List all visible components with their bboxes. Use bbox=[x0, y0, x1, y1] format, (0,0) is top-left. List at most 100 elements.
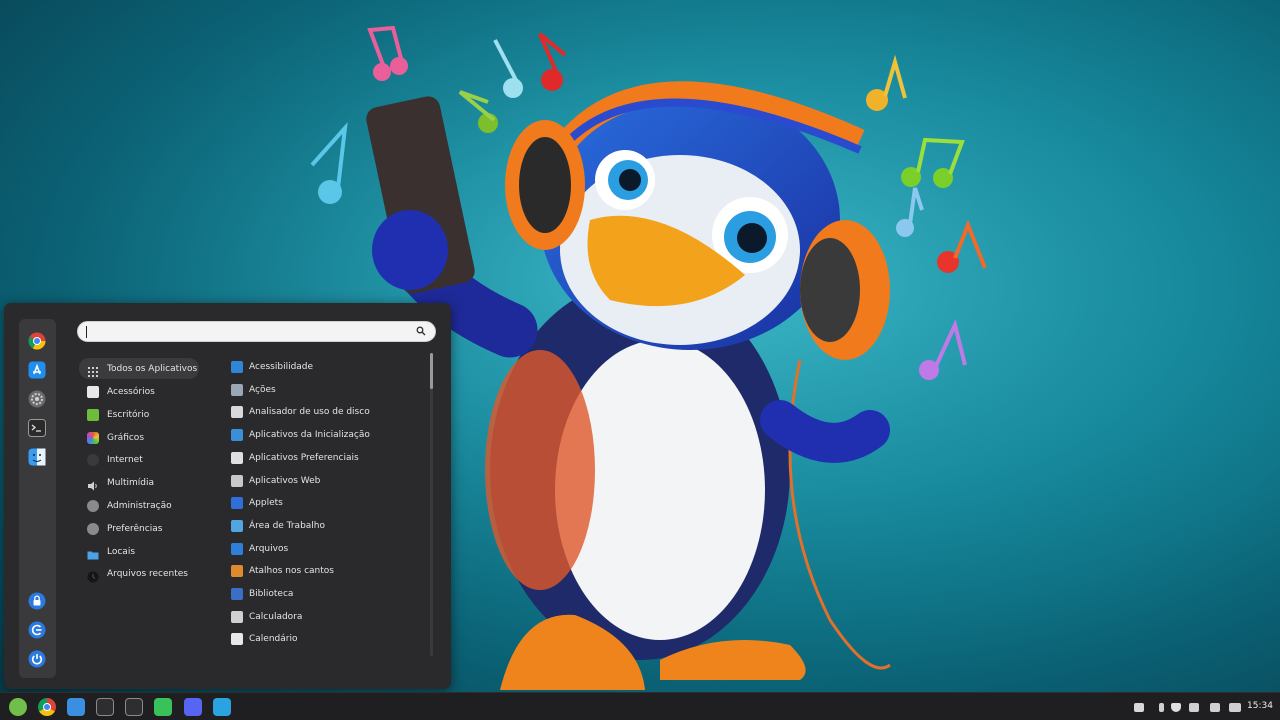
search-input[interactable] bbox=[90, 324, 410, 340]
app-label: Applets bbox=[249, 498, 283, 509]
app-label: Atalhos nos cantos bbox=[249, 566, 334, 577]
taskbar-finder-button[interactable] bbox=[66, 697, 86, 717]
finder-icon bbox=[28, 448, 46, 466]
app-list-scrollbar[interactable] bbox=[430, 353, 433, 656]
mint-menu-icon bbox=[9, 698, 27, 716]
taskbar-mint-menu-button[interactable] bbox=[8, 697, 28, 717]
app-label: Área de Trabalho bbox=[249, 520, 326, 531]
category-graphics[interactable]: Gráficos bbox=[79, 427, 199, 448]
category-label: Locais bbox=[107, 546, 136, 557]
calculator-icon bbox=[231, 610, 243, 623]
search-box[interactable] bbox=[77, 321, 436, 342]
category-multimedia[interactable]: Multimídia bbox=[79, 472, 199, 493]
office-icon bbox=[87, 408, 99, 421]
graphics-icon bbox=[87, 431, 99, 444]
preferences-icon bbox=[87, 522, 99, 535]
category-label: Arquivos recentes bbox=[107, 568, 188, 579]
taskbar-discord-button[interactable] bbox=[183, 697, 203, 717]
taskbar-whatsapp-button[interactable] bbox=[153, 697, 173, 717]
clock[interactable]: 15:34 bbox=[1247, 701, 1273, 711]
category-grid[interactable]: Todos os Aplicativos bbox=[79, 358, 199, 379]
app-store-icon bbox=[28, 361, 46, 379]
category-label: Preferências bbox=[107, 523, 163, 534]
app-label: Aplicativos Preferenciais bbox=[249, 452, 359, 463]
calendar-icon bbox=[231, 633, 243, 646]
app-item-calendar[interactable]: Calendário bbox=[228, 629, 423, 649]
category-administration[interactable]: Administração bbox=[79, 495, 199, 516]
chrome-icon bbox=[28, 332, 46, 350]
app-item-web-apps[interactable]: Aplicativos Web bbox=[228, 471, 423, 491]
app-item-desktop[interactable]: Área de Trabalho bbox=[228, 516, 423, 536]
applets-icon bbox=[231, 497, 243, 510]
recent-files-icon bbox=[87, 568, 99, 582]
tray-battery-button[interactable] bbox=[1229, 701, 1241, 713]
multimedia-icon bbox=[87, 477, 99, 490]
fav-terminal-button[interactable] bbox=[27, 418, 47, 438]
category-accessories[interactable]: Acessórios bbox=[79, 381, 199, 402]
favorites-sidebar bbox=[19, 319, 56, 678]
accessories-icon bbox=[87, 385, 99, 398]
discord-tray-icon bbox=[1134, 702, 1144, 712]
system-monitor-icon bbox=[125, 698, 143, 716]
update-manager-icon bbox=[1189, 702, 1199, 712]
app-item-applets[interactable]: Applets bbox=[228, 493, 423, 513]
category-label: Administração bbox=[107, 500, 172, 511]
app-label: Biblioteca bbox=[249, 589, 294, 599]
tray-discord-tray-button[interactable] bbox=[1133, 701, 1145, 713]
app-item-preferred-apps[interactable]: Aplicativos Preferenciais bbox=[228, 448, 423, 468]
chrome-icon bbox=[38, 698, 56, 716]
category-preferences[interactable]: Preferências bbox=[79, 518, 199, 539]
taskbar-system-monitor-button[interactable] bbox=[124, 697, 144, 717]
taskbar-terminal-button[interactable] bbox=[95, 697, 115, 717]
app-item-startup-apps[interactable]: Aplicativos da Inicialização bbox=[228, 425, 423, 445]
logout-icon bbox=[28, 621, 46, 639]
fav-settings-button[interactable] bbox=[27, 389, 47, 409]
library-icon bbox=[231, 588, 243, 600]
desktop-icon bbox=[231, 519, 243, 532]
app-item-disk-usage[interactable]: Analisador de uso de disco bbox=[228, 402, 423, 422]
files-icon bbox=[231, 542, 243, 555]
power-button[interactable] bbox=[27, 649, 47, 669]
app-item-accessibility[interactable]: Acessibilidade bbox=[228, 357, 423, 377]
scrollbar-thumb[interactable] bbox=[430, 353, 433, 389]
category-office[interactable]: Escritório bbox=[79, 404, 199, 425]
category-internet[interactable]: Internet bbox=[79, 449, 199, 470]
tray-volume-button[interactable] bbox=[1209, 701, 1221, 713]
app-label: Aplicativos Web bbox=[249, 475, 321, 486]
search-icon bbox=[416, 326, 426, 336]
lock-screen-icon bbox=[28, 592, 46, 610]
discord-icon bbox=[184, 698, 202, 716]
tray-shield-button[interactable] bbox=[1170, 701, 1182, 713]
taskbar-telegram-button[interactable] bbox=[212, 697, 232, 717]
category-label: Acessórios bbox=[107, 386, 155, 397]
fav-finder-button[interactable] bbox=[27, 447, 47, 467]
app-item-files[interactable]: Arquivos bbox=[228, 539, 423, 559]
lock-screen-button[interactable] bbox=[27, 591, 47, 611]
category-label: Todos os Aplicativos bbox=[107, 363, 198, 374]
category-folder[interactable]: Locais bbox=[79, 541, 199, 562]
volume-icon bbox=[1210, 702, 1220, 712]
app-label: Calculadora bbox=[249, 611, 303, 622]
taskbar-chrome-button[interactable] bbox=[37, 697, 57, 717]
battery-icon bbox=[1229, 702, 1241, 712]
preferred-apps-icon bbox=[231, 451, 243, 464]
app-item-actions[interactable]: Ações bbox=[228, 380, 423, 400]
category-recent-files[interactable]: Arquivos recentes bbox=[79, 563, 199, 584]
app-label: Ações bbox=[249, 384, 276, 395]
app-label: Arquivos bbox=[249, 543, 289, 554]
logout-button[interactable] bbox=[27, 620, 47, 640]
disk-usage-icon bbox=[231, 406, 243, 419]
administration-icon bbox=[87, 499, 99, 512]
app-item-calculator[interactable]: Calculadora bbox=[228, 607, 423, 627]
tray-update-manager-button[interactable] bbox=[1188, 701, 1200, 713]
application-menu: Todos os Aplicativos Acessórios Escritório… bbox=[4, 303, 451, 689]
settings-icon bbox=[28, 390, 46, 408]
app-item-library[interactable]: Biblioteca bbox=[228, 584, 423, 604]
fav-app-store-button[interactable] bbox=[27, 360, 47, 380]
app-label: Aplicativos da Inicialização bbox=[249, 430, 370, 441]
category-label: Internet bbox=[107, 454, 143, 465]
shield-icon bbox=[1171, 702, 1181, 712]
fav-chrome-button[interactable] bbox=[27, 331, 47, 351]
tray-bluetooth-button[interactable] bbox=[1155, 701, 1167, 713]
app-item-hot-corners[interactable]: Atalhos nos cantos bbox=[228, 561, 423, 581]
